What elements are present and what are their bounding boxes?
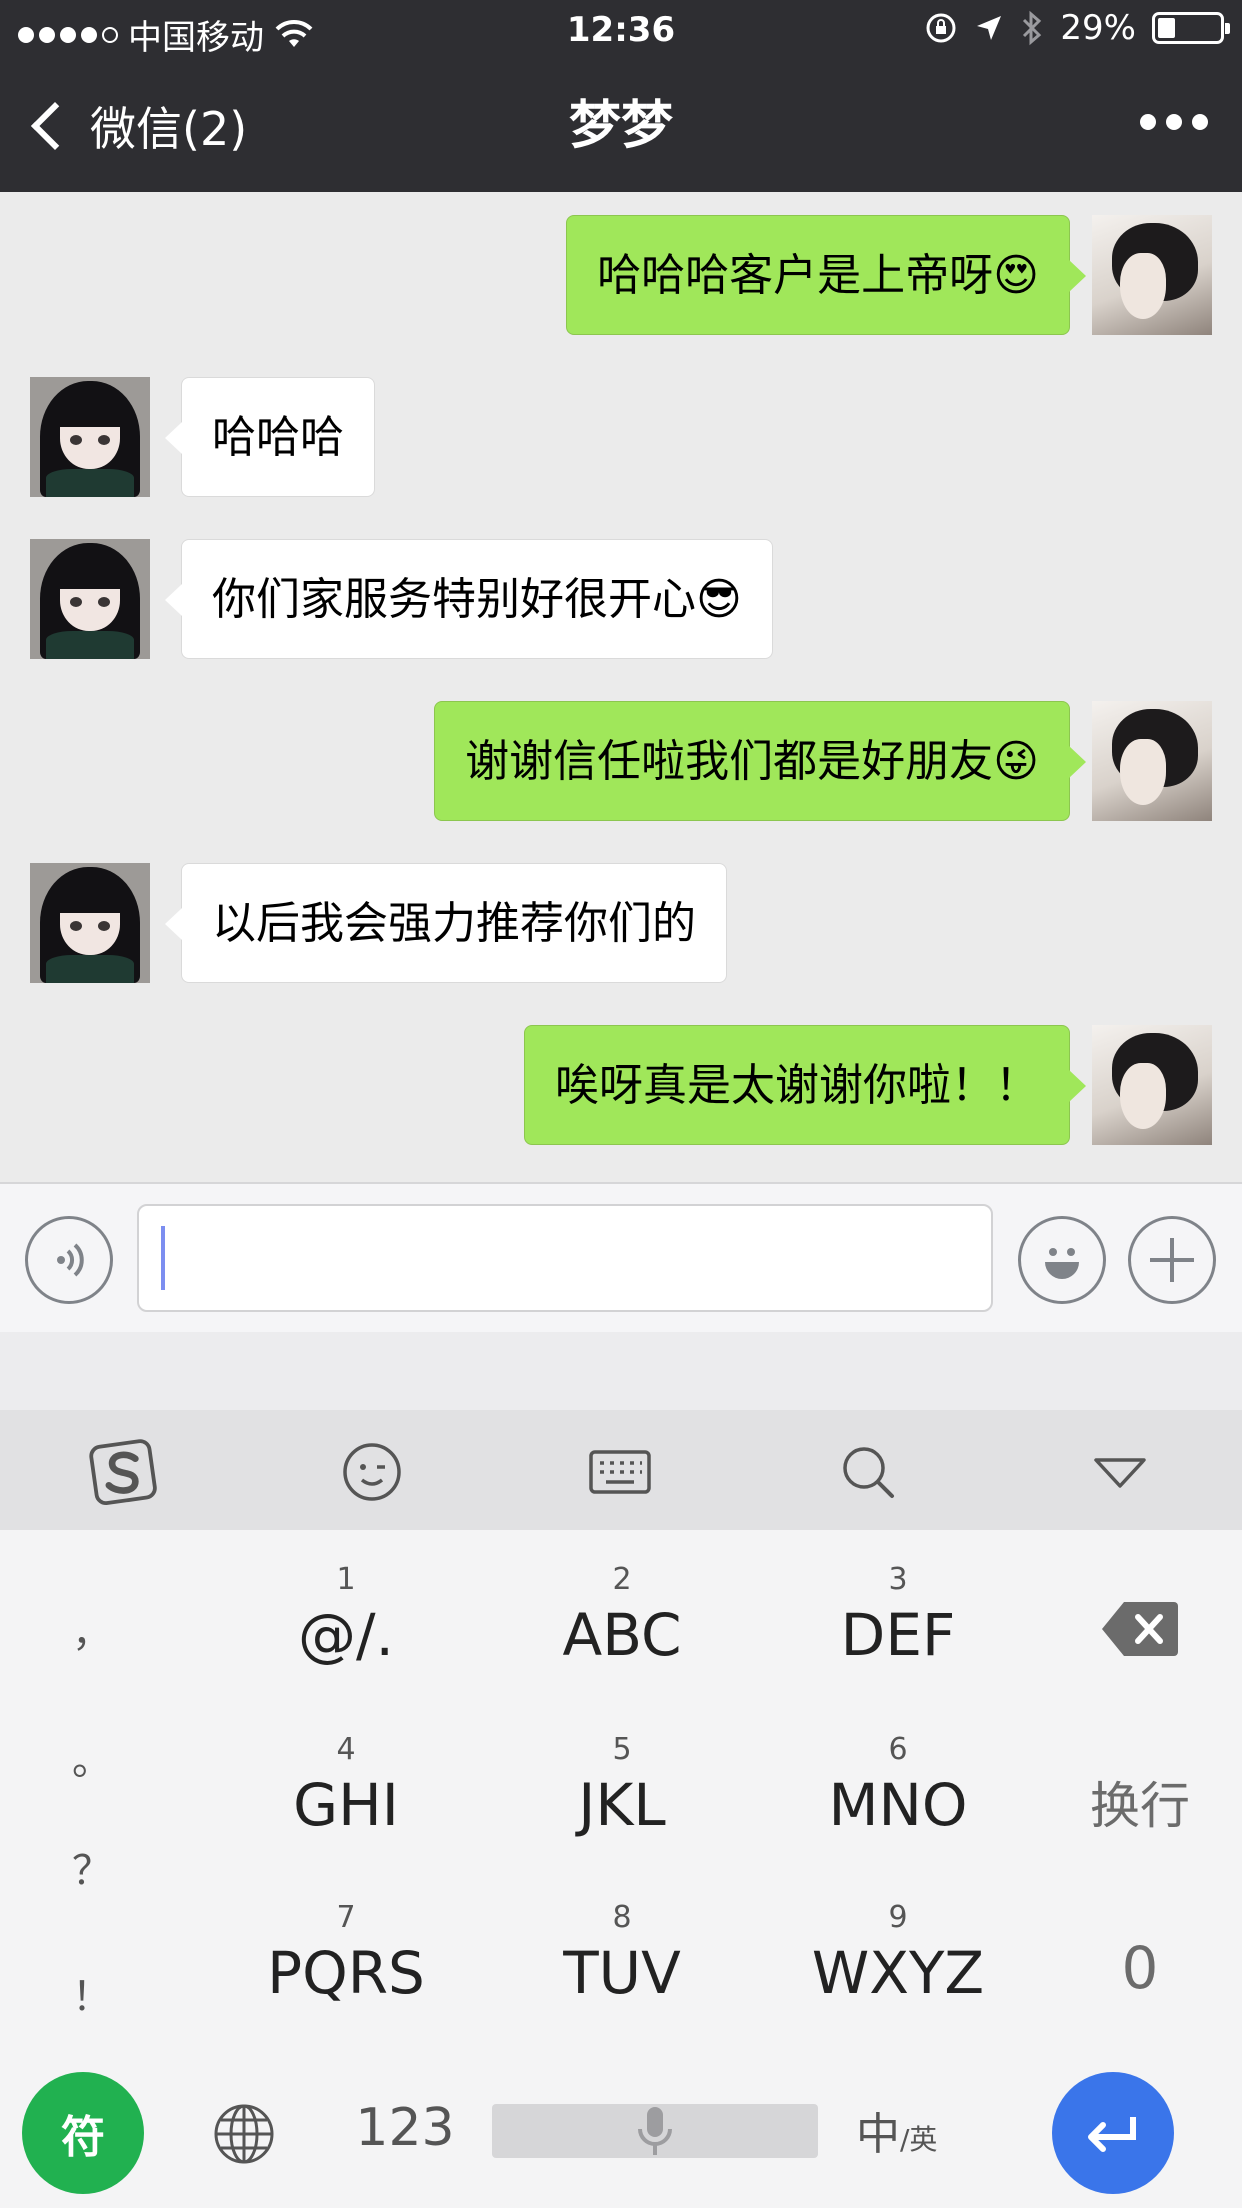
sogou-logo-icon[interactable] xyxy=(88,1436,160,1508)
bluetooth-icon xyxy=(1023,10,1042,46)
microphone-icon xyxy=(638,2107,672,2155)
key-7[interactable]: 7 PQRS xyxy=(226,1900,466,2007)
rotation-lock-icon xyxy=(926,13,956,43)
key-6[interactable]: 6 MNO xyxy=(778,1732,1018,1839)
key-4[interactable]: 4 GHI xyxy=(226,1732,466,1839)
key-letters: ABC xyxy=(562,1601,682,1669)
key-number: 4 xyxy=(336,1732,356,1767)
voice-icon xyxy=(57,1243,84,1277)
nav-bar: 微信(2) 梦梦 xyxy=(0,62,1242,192)
my-avatar[interactable] xyxy=(1092,701,1212,821)
keyboard-top-gap xyxy=(0,1332,1242,1410)
message-bubble-outgoing[interactable]: 谢谢信任啦我们都是好朋友😜 xyxy=(434,701,1086,821)
message-input-bar xyxy=(0,1182,1242,1332)
key-2[interactable]: 2 ABC xyxy=(502,1562,742,1669)
voice-input-button[interactable] xyxy=(25,1216,113,1304)
message-row: 唉呀真是太谢谢你啦！！ xyxy=(0,1025,1242,1145)
key-8[interactable]: 8 TUV xyxy=(502,1900,742,2007)
message-input[interactable] xyxy=(137,1204,993,1312)
language-switch-key[interactable]: 中/英 xyxy=(856,2098,976,2162)
key-number: 3 xyxy=(888,1562,908,1597)
numbers-key[interactable]: 123 xyxy=(340,2098,470,2158)
key-letters: PQRS xyxy=(267,1939,425,2007)
key-number: 1 xyxy=(336,1562,356,1597)
my-avatar[interactable] xyxy=(1092,1025,1212,1145)
keyboard-toolbar xyxy=(0,1410,1242,1530)
search-icon[interactable] xyxy=(832,1436,904,1508)
text-caret xyxy=(161,1226,165,1290)
message-bubble-incoming[interactable]: 哈哈哈 xyxy=(165,377,375,497)
contact-avatar[interactable] xyxy=(30,377,150,497)
key-letters: DEF xyxy=(840,1601,956,1669)
message-row: 谢谢信任啦我们都是好朋友😜 xyxy=(0,701,1242,821)
more-actions-button[interactable] xyxy=(1128,1216,1216,1304)
battery-percentage: 29% xyxy=(1060,8,1136,48)
contact-avatar[interactable] xyxy=(30,539,150,659)
message-bubble-incoming[interactable]: 你们家服务特别好很开心😎 xyxy=(165,539,773,659)
globe-icon[interactable] xyxy=(212,2102,276,2166)
keyboard-switch-icon[interactable] xyxy=(584,1436,656,1508)
return-arrow-icon xyxy=(1088,2117,1136,2152)
backspace-icon xyxy=(1102,1602,1178,1656)
key-letters: WXYZ xyxy=(811,1939,985,2007)
key-3[interactable]: 3 DEF xyxy=(778,1562,1018,1669)
space-key[interactable] xyxy=(492,2104,818,2158)
message-row: 哈哈哈 xyxy=(0,377,1242,497)
key-9[interactable]: 9 WXYZ xyxy=(778,1900,1018,2007)
message-row: 你们家服务特别好很开心😎 xyxy=(0,539,1242,659)
enter-key[interactable] xyxy=(1052,2072,1174,2194)
message-row: 哈哈哈客户是上帝呀😍 xyxy=(0,215,1242,335)
message-bubble-outgoing[interactable]: 哈哈哈客户是上帝呀😍 xyxy=(566,215,1086,335)
punct-key[interactable]: ！ xyxy=(62,1964,122,2022)
key-number: 9 xyxy=(888,1900,908,1935)
message-row: 以后我会强力推荐你们的 xyxy=(0,863,1242,983)
punct-key[interactable]: ？ xyxy=(62,1838,122,1896)
key-letters: TUV xyxy=(563,1939,681,2007)
contact-avatar[interactable] xyxy=(30,863,150,983)
symbols-key[interactable]: 符 xyxy=(22,2072,144,2194)
lang-main-label: 中 xyxy=(856,2109,900,2160)
battery-icon xyxy=(1152,12,1230,44)
message-list[interactable]: 哈哈哈客户是上帝呀😍 哈哈哈 你们家服务特别好很开心😎 谢谢信任啦我们都是好朋友… xyxy=(0,192,1242,1182)
chat-title: 梦梦 xyxy=(568,96,673,156)
emoji-panel-icon[interactable] xyxy=(336,1436,408,1508)
my-avatar[interactable] xyxy=(1092,215,1212,335)
status-bar: 中国移动 12:36 29% xyxy=(0,0,1242,62)
key-1[interactable]: 1 @/. xyxy=(226,1562,466,1669)
message-bubble-incoming[interactable]: 以后我会强力推荐你们的 xyxy=(165,863,727,983)
key-number: 8 xyxy=(612,1900,632,1935)
emoji-button[interactable] xyxy=(1018,1216,1106,1304)
key-number: 2 xyxy=(612,1562,632,1597)
punct-key[interactable]: 。 xyxy=(62,1728,122,1786)
lang-sub-label: /英 xyxy=(900,2123,938,2156)
more-options-icon[interactable] xyxy=(1140,114,1208,130)
plus-icon xyxy=(1150,1238,1194,1282)
key-letters: @/. xyxy=(298,1601,394,1669)
key-letters: JKL xyxy=(578,1771,666,1839)
backspace-key[interactable] xyxy=(1060,1598,1220,1672)
key-5[interactable]: 5 JKL xyxy=(502,1732,742,1839)
punct-key[interactable]: ， xyxy=(62,1600,122,1658)
zero-key[interactable]: 0 xyxy=(1060,1934,1220,2002)
key-number: 7 xyxy=(336,1900,356,1935)
hide-keyboard-icon[interactable] xyxy=(1084,1436,1156,1508)
key-number: 6 xyxy=(888,1732,908,1767)
smiley-icon xyxy=(1045,1248,1079,1279)
key-number: 5 xyxy=(612,1732,632,1767)
key-letters: GHI xyxy=(293,1771,399,1839)
location-arrow-icon xyxy=(977,16,1002,40)
newline-key[interactable]: 换行 xyxy=(1060,1766,1220,1838)
key-letters: MNO xyxy=(828,1771,968,1839)
message-bubble-outgoing[interactable]: 唉呀真是太谢谢你啦！！ xyxy=(524,1025,1086,1145)
